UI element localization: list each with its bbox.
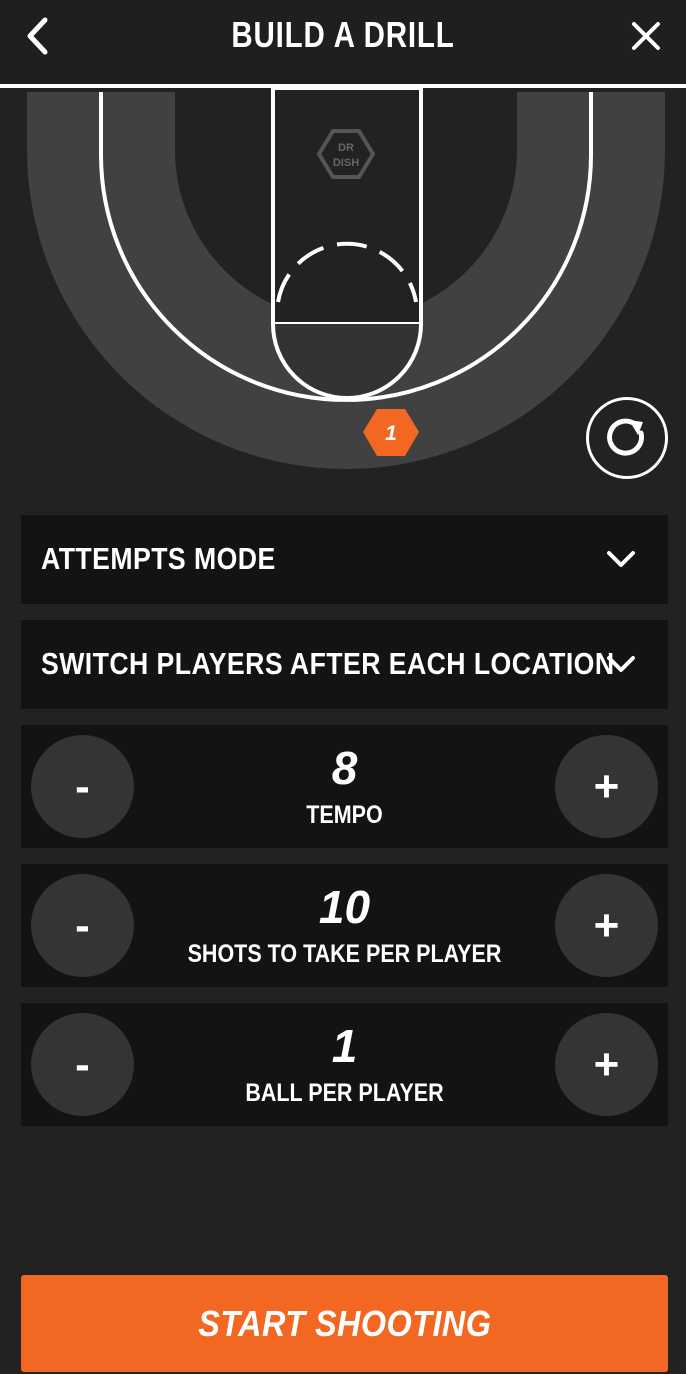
back-button[interactable] (18, 14, 62, 58)
balls-decrease-button[interactable]: - (31, 1013, 134, 1116)
attempts-mode-dropdown[interactable]: ATTEMPTS MODE (21, 515, 668, 604)
balls-value: 1 (331, 1020, 358, 1072)
page-title: BUILD A DRILL (231, 14, 455, 55)
switch-players-dropdown[interactable]: SWITCH PLAYERS AFTER EACH LOCATION (21, 620, 668, 709)
refresh-icon (607, 418, 645, 456)
tempo-increase-button[interactable]: + (555, 735, 658, 838)
chevron-left-icon (27, 17, 48, 55)
paint-lane (271, 86, 423, 326)
balls-stepper: - 1 BALL PER PLAYER + (21, 1003, 668, 1126)
logo-text-line2: DISH (333, 157, 359, 169)
tempo-caption: TEMPO (306, 801, 383, 829)
shots-increase-button[interactable]: + (555, 874, 658, 977)
dropdown-label: SWITCH PLAYERS AFTER EACH LOCATION (41, 646, 615, 681)
dropdown-label: ATTEMPTS MODE (41, 541, 276, 576)
tempo-stepper: - 8 TEMPO + (21, 725, 668, 848)
balls-caption: BALL PER PLAYER (245, 1079, 444, 1107)
chevron-down-icon (607, 656, 635, 672)
reset-court-button[interactable] (586, 397, 668, 479)
court-diagram[interactable]: DR DISH 1 (0, 86, 686, 488)
location-marker-label: 1 (385, 422, 397, 445)
shots-value: 10 (318, 881, 371, 933)
close-button[interactable] (624, 14, 668, 58)
start-shooting-button[interactable]: START SHOOTING (21, 1275, 668, 1372)
chevron-down-icon (607, 551, 635, 567)
logo-text-line1: DR (338, 142, 354, 154)
shots-stepper: - 10 SHOTS TO TAKE PER PLAYER + (21, 864, 668, 987)
close-icon (632, 22, 660, 50)
balls-increase-button[interactable]: + (555, 1013, 658, 1116)
start-shooting-label: START SHOOTING (197, 1302, 492, 1344)
shots-caption: SHOTS TO TAKE PER PLAYER (187, 940, 502, 968)
tempo-value: 8 (331, 742, 358, 794)
court-svg: DR DISH 1 (27, 86, 665, 469)
header-bar: BUILD A DRILL (0, 0, 686, 88)
tempo-decrease-button[interactable]: - (31, 735, 134, 838)
shots-decrease-button[interactable]: - (31, 874, 134, 977)
